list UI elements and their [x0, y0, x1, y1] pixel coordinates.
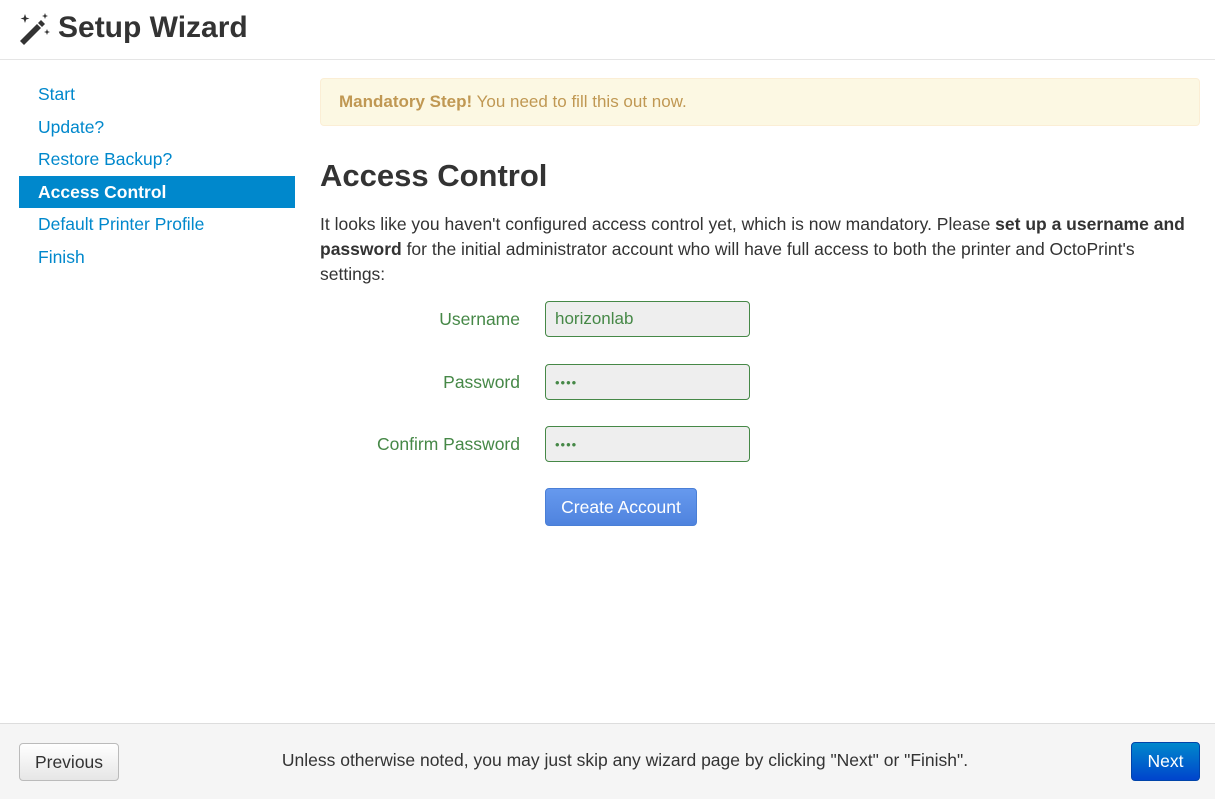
username-input[interactable]: [545, 301, 750, 337]
section-title: Access Control: [320, 158, 548, 193]
wizard-title: Setup Wizard: [58, 11, 248, 44]
nav-item-finish[interactable]: Finish: [19, 241, 295, 274]
confirm-password-label: Confirm Password: [377, 434, 520, 454]
nav-item-update[interactable]: Update?: [19, 111, 295, 144]
alert-text: You need to fill this out now.: [472, 92, 687, 111]
wizard-header: Setup Wizard: [0, 0, 1215, 60]
alert-strong: Mandatory Step!: [339, 92, 473, 111]
password-input[interactable]: [545, 364, 750, 400]
username-label: Username: [439, 309, 520, 329]
nav-item-default-printer-profile[interactable]: Default Printer Profile: [19, 208, 295, 241]
password-label: Password: [443, 372, 520, 392]
confirm-password-input[interactable]: [545, 426, 750, 462]
mandatory-step-alert: Mandatory Step! You need to fill this ou…: [320, 78, 1200, 126]
nav-item-restore-backup[interactable]: Restore Backup?: [19, 143, 295, 176]
intro-text-part1: It looks like you haven't configured acc…: [320, 214, 996, 234]
magic-wand-icon: [20, 13, 50, 45]
create-account-button[interactable]: Create Account: [545, 488, 697, 526]
wizard-steps-nav: Start Update? Restore Backup? Access Con…: [19, 78, 295, 273]
previous-button[interactable]: Previous: [19, 743, 119, 781]
nav-item-access-control[interactable]: Access Control: [19, 175, 295, 208]
intro-text: It looks like you haven't configured acc…: [320, 212, 1200, 287]
wizard-footer: Previous Unless otherwise noted, you may…: [0, 723, 1215, 799]
nav-item-start[interactable]: Start: [19, 78, 295, 111]
next-button[interactable]: Next: [1131, 742, 1200, 781]
footer-note: Unless otherwise noted, you may just ski…: [281, 750, 969, 770]
intro-text-part2: for the initial administrator account wh…: [320, 239, 1135, 284]
